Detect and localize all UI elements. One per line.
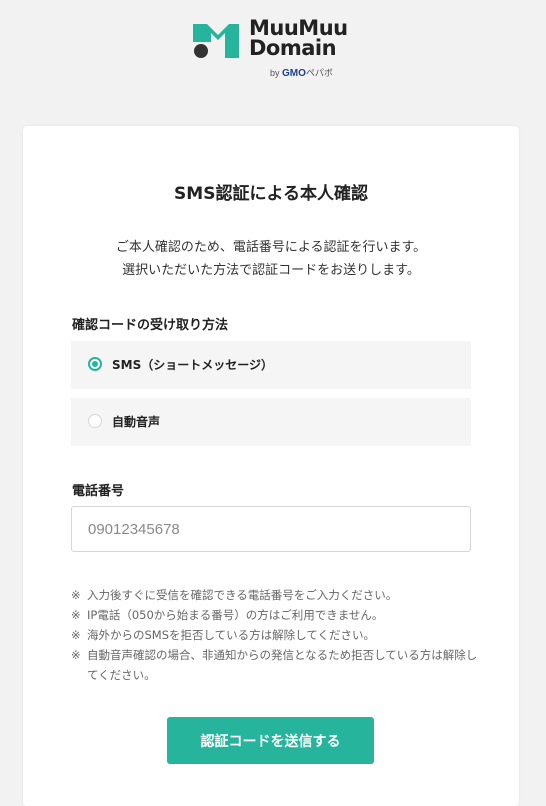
- muumuu-domain-logo: MuuMuu Domain by GMOペパボ: [191, 18, 356, 80]
- radio-sms-selected[interactable]: [88, 357, 102, 371]
- phone-number-input[interactable]: [71, 506, 471, 552]
- note-mark: ※: [71, 608, 81, 622]
- radio-voice[interactable]: [88, 414, 102, 428]
- option-voice-label: 自動音声: [112, 415, 161, 429]
- note-mark: ※: [71, 648, 81, 662]
- note-mark: ※: [71, 588, 81, 602]
- option-sms[interactable]: SMS（ショートメッセージ）: [71, 341, 471, 389]
- byline-gmo: GMO: [282, 68, 306, 79]
- note-text: 入力後すぐに受信を確認できる電話番号をご入力ください。: [87, 588, 398, 602]
- option-voice[interactable]: 自動音声: [71, 398, 471, 446]
- logo-line1: MuuMuu: [249, 16, 348, 40]
- note-item: ※ 海外からのSMSを拒否している方は解除してください。: [71, 625, 481, 645]
- sms-auth-card: SMS認証による本人確認 ご本人確認のため、電話番号による認証を行います。 選択…: [23, 126, 519, 806]
- phone-label: 電話番号: [72, 484, 125, 499]
- method-label: 確認コードの受け取り方法: [72, 318, 229, 333]
- logo-byline: by GMOペパボ: [270, 66, 333, 79]
- note-text: IP電話（050から始まる番号）の方はご利用できません。: [87, 608, 384, 622]
- muumuu-logo-mark-icon: [193, 24, 239, 58]
- logo-line2: Domain: [249, 36, 337, 60]
- note-item: ※ 入力後すぐに受信を確認できる電話番号をご入力ください。: [71, 585, 481, 605]
- option-sms-label: SMS（ショートメッセージ）: [112, 358, 273, 372]
- note-mark: ※: [71, 628, 81, 642]
- byline-by: by: [270, 68, 280, 78]
- description-line-1: ご本人確認のため、電話番号による認証を行います。: [115, 240, 427, 255]
- page-description: ご本人確認のため、電話番号による認証を行います。 選択いただいた方法で認証コード…: [23, 236, 519, 282]
- description-line-2: 選択いただいた方法で認証コードをお送りします。: [122, 263, 420, 278]
- note-item: ※ 自動音声確認の場合、非通知からの発信となるため拒否している方は解除してください…: [71, 645, 481, 685]
- page-title: SMS認証による本人確認: [174, 184, 368, 204]
- logo-wordmark: MuuMuu Domain: [249, 16, 348, 60]
- note-text: 自動音声確認の場合、非通知からの発信となるため拒否している方は解除してください。: [87, 648, 478, 682]
- byline-pepabo: ペパボ: [305, 68, 333, 78]
- notes-list: ※ 入力後すぐに受信を確認できる電話番号をご入力ください。 ※ IP電話（050から…: [71, 585, 481, 685]
- send-code-button[interactable]: 認証コードを送信する: [167, 717, 374, 764]
- note-item: ※ IP電話（050から始まる番号）の方はご利用できません。: [71, 605, 481, 625]
- note-text: 海外からのSMSを拒否している方は解除してください。: [87, 628, 375, 642]
